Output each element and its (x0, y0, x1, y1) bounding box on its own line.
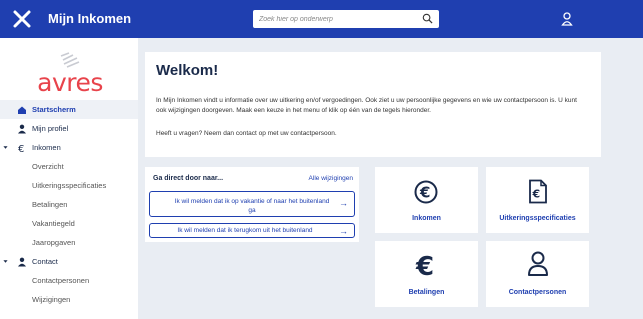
sidebar-item-vakantiegeld[interactable]: Vakantiegeld (0, 214, 138, 233)
document-euro-icon: € (529, 179, 547, 204)
contact-icon (18, 257, 26, 267)
sidebar-item-label: Startscherm (32, 105, 76, 114)
sidebar-item-label: Contact (32, 257, 58, 266)
euro-circle-icon: € (414, 180, 438, 204)
sidebar-item-wijzigingen[interactable]: Wijzigingen (0, 290, 138, 309)
quick-links-title: Ga direct door naar... (153, 175, 224, 182)
arrow-right-icon: → (339, 198, 348, 208)
quick-links-card: Ga direct door naar... Alle wijzigingen … (145, 167, 359, 242)
page-title: Welkom! (156, 62, 219, 79)
sidebar-item-label: Inkomen (32, 143, 61, 152)
sidebar-item-label: Vakantiegeld (32, 219, 75, 228)
sidebar-item-label: Betalingen (32, 200, 68, 209)
sidebar-item-inkomen[interactable]: € Inkomen (0, 138, 138, 157)
sidebar-item-contactpersonen[interactable]: Contactpersonen (0, 271, 138, 290)
sidebar-item-jaaropgaven[interactable]: Jaaropgaven (0, 233, 138, 252)
sidebar-item-label: Uitkeringsspecificaties (32, 181, 107, 190)
sidebar-item-startscherm[interactable]: Startscherm (0, 100, 138, 119)
close-icon[interactable] (12, 9, 32, 29)
tile-betalingen[interactable]: € Betalingen (375, 241, 478, 307)
tile-label: Uitkeringsspecificaties (499, 215, 576, 222)
search-box[interactable] (253, 10, 439, 28)
euro-icon: € (415, 253, 434, 279)
tile-label: Inkomen (412, 215, 441, 222)
report-holiday-abroad-label: Ik wil melden dat ik op vakantie of naar… (174, 198, 330, 214)
welcome-card: Welkom! In Mijn Inkomen vindt u informat… (145, 52, 601, 157)
svg-text:€: € (532, 188, 541, 201)
top-bar: Mijn Inkomen (0, 0, 643, 38)
chevron-down-icon (3, 146, 8, 149)
sidebar: avres Startscherm Mijn profiel € Inkomen… (0, 38, 138, 319)
sidebar-item-betalingen[interactable]: Betalingen (0, 195, 138, 214)
app-title: Mijn Inkomen (48, 11, 132, 26)
logo[interactable]: avres (35, 52, 105, 100)
logo-mark (60, 52, 80, 68)
user-icon[interactable] (561, 11, 573, 27)
sidebar-item-label: Mijn profiel (32, 124, 69, 133)
svg-text:€: € (415, 253, 434, 279)
all-changes-link[interactable]: Alle wijzigingen (309, 175, 353, 182)
sidebar-item-overzicht[interactable]: Overzicht (0, 157, 138, 176)
sidebar-nav: Startscherm Mijn profiel € Inkomen Overz… (0, 100, 138, 309)
search-input[interactable] (253, 15, 413, 23)
sidebar-item-label: Overzicht (32, 162, 64, 171)
person-outline-icon (528, 251, 548, 276)
logo-text: avres (37, 68, 103, 97)
search-icon[interactable] (422, 13, 433, 24)
home-icon (18, 106, 26, 114)
report-return-abroad-button[interactable]: Ik wil melden dat ik terugkom uit het bu… (149, 223, 355, 238)
arrow-right-icon: → (339, 226, 348, 236)
tile-inkomen[interactable]: € Inkomen (375, 167, 478, 233)
welcome-help-text: Heeft u vragen? Neem dan contact op met … (156, 130, 337, 137)
sidebar-item-label: Contactpersonen (32, 276, 90, 285)
tile-label: Betalingen (408, 289, 445, 296)
sidebar-item-contact[interactable]: Contact (0, 252, 138, 271)
report-holiday-abroad-button[interactable]: Ik wil melden dat ik op vakantie of naar… (149, 191, 355, 217)
sidebar-item-label: Jaaropgaven (32, 238, 76, 247)
tile-uitkeringsspecificaties[interactable]: € Uitkeringsspecificaties (486, 167, 589, 233)
euro-icon: € (18, 144, 24, 153)
chevron-down-icon (3, 260, 8, 263)
sidebar-item-mijn-profiel[interactable]: Mijn profiel (0, 119, 138, 138)
svg-text:€: € (18, 144, 24, 153)
svg-text:€: € (419, 184, 430, 202)
sidebar-item-uitkeringsspecificaties[interactable]: Uitkeringsspecificaties (0, 176, 138, 195)
tile-contactpersonen[interactable]: Contactpersonen (486, 241, 589, 307)
tile-label: Contactpersonen (508, 289, 567, 296)
sidebar-item-label: Wijzigingen (32, 295, 71, 304)
person-icon (18, 124, 26, 134)
welcome-intro-text: In Mijn Inkomen vindt u informatie over … (156, 97, 577, 114)
report-return-abroad-label: Ik wil melden dat ik terugkom uit het bu… (177, 227, 313, 234)
